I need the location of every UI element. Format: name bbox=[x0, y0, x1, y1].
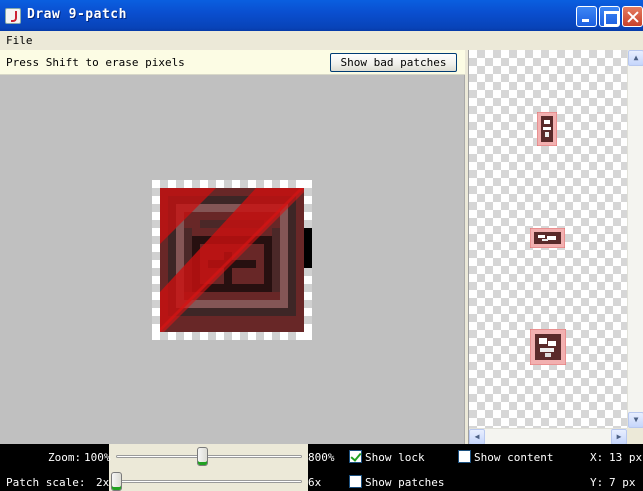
java-cup-icon bbox=[5, 8, 21, 24]
scroll-left-icon[interactable]: ◀ bbox=[469, 429, 485, 445]
close-icon[interactable] bbox=[622, 6, 643, 27]
scroll-up-icon[interactable]: ▲ bbox=[628, 50, 643, 66]
patch-scale-max-label: 6x bbox=[308, 476, 322, 489]
patch-scale-min-label: 2x bbox=[96, 476, 110, 489]
y-coordinate-value: 7 px bbox=[609, 476, 636, 489]
title-bar: Draw 9-patch bbox=[0, 0, 643, 31]
zoom-label: Zoom: bbox=[48, 451, 82, 464]
show-content-label[interactable]: Show content bbox=[474, 451, 553, 464]
zoom-slider-thumb[interactable] bbox=[196, 447, 208, 466]
zoom-min-label: 100% bbox=[84, 451, 111, 464]
maximize-icon[interactable] bbox=[599, 6, 620, 27]
scroll-down-icon[interactable]: ▼ bbox=[628, 412, 643, 428]
scroll-right-icon[interactable]: ▶ bbox=[611, 429, 627, 445]
show-content-checkbox[interactable] bbox=[458, 450, 471, 463]
preview-horizontal-stretch bbox=[530, 228, 565, 248]
menu-bar: File bbox=[0, 31, 643, 50]
show-bad-patches-button[interactable]: Show bad patches bbox=[330, 53, 457, 72]
slider-panel bbox=[109, 444, 308, 491]
menu-file[interactable]: File bbox=[6, 34, 33, 47]
x-coordinate-value: 13 px bbox=[609, 451, 643, 464]
show-lock-label[interactable]: Show lock bbox=[365, 451, 425, 464]
preview-vertical-scrollbar[interactable]: ▲ ▼ bbox=[627, 50, 643, 428]
window-title: Draw 9-patch bbox=[27, 7, 127, 22]
zoom-slider-track[interactable] bbox=[116, 455, 302, 458]
control-bar: Zoom: 100% 800% Patch scale: 2x 6x Show … bbox=[0, 444, 643, 491]
show-patches-checkbox[interactable] bbox=[349, 475, 362, 488]
preview-both-stretch bbox=[530, 329, 566, 365]
nine-patch-image[interactable] bbox=[152, 180, 316, 340]
patch-scale-slider-track[interactable] bbox=[116, 480, 302, 483]
show-patches-label[interactable]: Show patches bbox=[365, 476, 444, 489]
hint-bar: Press Shift to erase pixels Show bad pat… bbox=[0, 50, 465, 75]
patch-scale-slider-thumb[interactable] bbox=[111, 472, 122, 491]
x-coordinate-label: X: bbox=[590, 451, 604, 464]
y-coordinate-label: Y: bbox=[590, 476, 604, 489]
patch-scale-label: Patch scale: bbox=[6, 476, 86, 489]
preview-horizontal-scrollbar[interactable]: ◀ ▶ bbox=[469, 428, 627, 445]
hint-text: Press Shift to erase pixels bbox=[6, 56, 185, 69]
minimize-icon[interactable] bbox=[576, 6, 597, 27]
preview-panel bbox=[469, 50, 627, 428]
show-lock-checkbox[interactable] bbox=[349, 450, 362, 463]
scroll-corner bbox=[627, 428, 643, 444]
preview-vertical-stretch bbox=[537, 112, 557, 146]
patch-editor[interactable] bbox=[0, 75, 465, 444]
zoom-max-label: 800% bbox=[308, 451, 335, 464]
